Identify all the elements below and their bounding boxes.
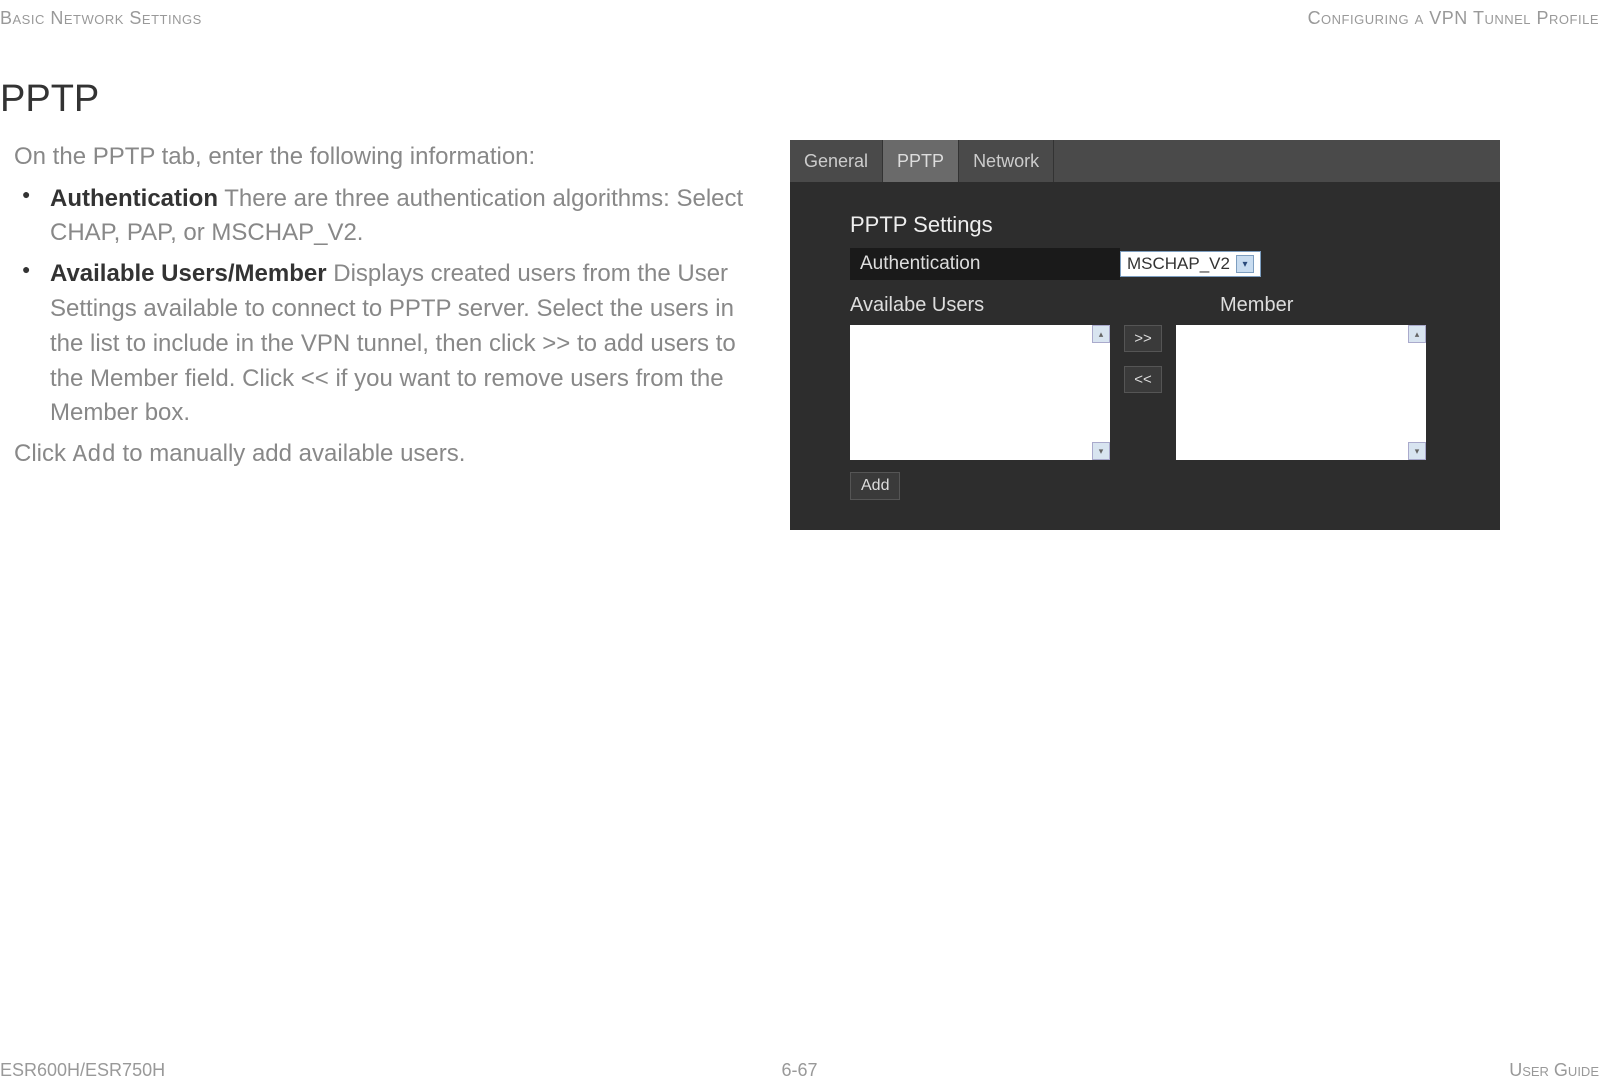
header-breadcrumb-right: Configuring a VPN Tunnel Profile <box>1308 8 1599 29</box>
list-item: Available Users/Member Displays created … <box>50 257 760 431</box>
transfer-buttons: >> << <box>1110 325 1176 393</box>
auth-select[interactable]: MSCHAP_V2 ▾ <box>1120 251 1261 277</box>
text-column: On the PPTP tab, enter the following inf… <box>0 140 780 530</box>
member-label: Member <box>1220 294 1293 317</box>
member-listbox[interactable]: ▴ ▾ <box>1176 325 1426 460</box>
intro-text: On the PPTP tab, enter the following inf… <box>14 140 760 174</box>
footer-page-number: 6-67 <box>781 1060 817 1081</box>
settings-body: PPTP Settings Authentication MSCHAP_V2 ▾… <box>790 182 1500 510</box>
scroll-down-icon[interactable]: ▾ <box>1092 442 1110 460</box>
auth-row: Authentication MSCHAP_V2 ▾ <box>850 248 1470 280</box>
available-users-label: Availabe Users <box>850 294 1160 317</box>
tab-general[interactable]: General <box>790 140 883 182</box>
available-users-listbox[interactable]: ▴ ▾ <box>850 325 1110 460</box>
closing-pre: Click <box>14 440 73 467</box>
move-right-button[interactable]: >> <box>1124 325 1162 352</box>
screenshot-panel: General PPTP Network PPTP Settings Authe… <box>790 140 1500 530</box>
closing-text: Click Add to manually add available user… <box>14 437 760 473</box>
page-title: PPTP <box>0 78 99 121</box>
closing-post: to manually add available users. <box>116 440 466 467</box>
footer-model: ESR600H/ESR750H <box>0 1060 165 1081</box>
bullet-list: Authentication There are three authentic… <box>50 182 760 432</box>
list-item: Authentication There are three authentic… <box>50 182 760 252</box>
columns-header: Availabe Users Member <box>850 294 1470 317</box>
chevron-down-icon: ▾ <box>1236 255 1254 273</box>
auth-label: Authentication <box>850 248 1120 280</box>
auth-select-value: MSCHAP_V2 <box>1127 254 1230 274</box>
scroll-up-icon[interactable]: ▴ <box>1408 325 1426 343</box>
term-authentication: Authentication <box>50 185 218 212</box>
tab-network[interactable]: Network <box>959 140 1054 182</box>
header-breadcrumb-left: Basic Network Settings <box>0 8 202 29</box>
scroll-down-icon[interactable]: ▾ <box>1408 442 1426 460</box>
screenshot-column: General PPTP Network PPTP Settings Authe… <box>780 140 1599 530</box>
move-left-button[interactable]: << <box>1124 366 1162 393</box>
tabs-row: General PPTP Network <box>790 140 1500 182</box>
tab-pptp[interactable]: PPTP <box>883 140 959 182</box>
settings-title: PPTP Settings <box>850 212 1470 238</box>
closing-code: Add <box>73 442 116 469</box>
add-button[interactable]: Add <box>850 472 900 500</box>
lists-row: ▴ ▾ >> << ▴ ▾ <box>850 325 1470 460</box>
footer-guide-label: User Guide <box>1509 1060 1599 1081</box>
term-available-users: Available Users/Member <box>50 260 327 287</box>
content-wrapper: On the PPTP tab, enter the following inf… <box>0 140 1599 530</box>
scroll-up-icon[interactable]: ▴ <box>1092 325 1110 343</box>
